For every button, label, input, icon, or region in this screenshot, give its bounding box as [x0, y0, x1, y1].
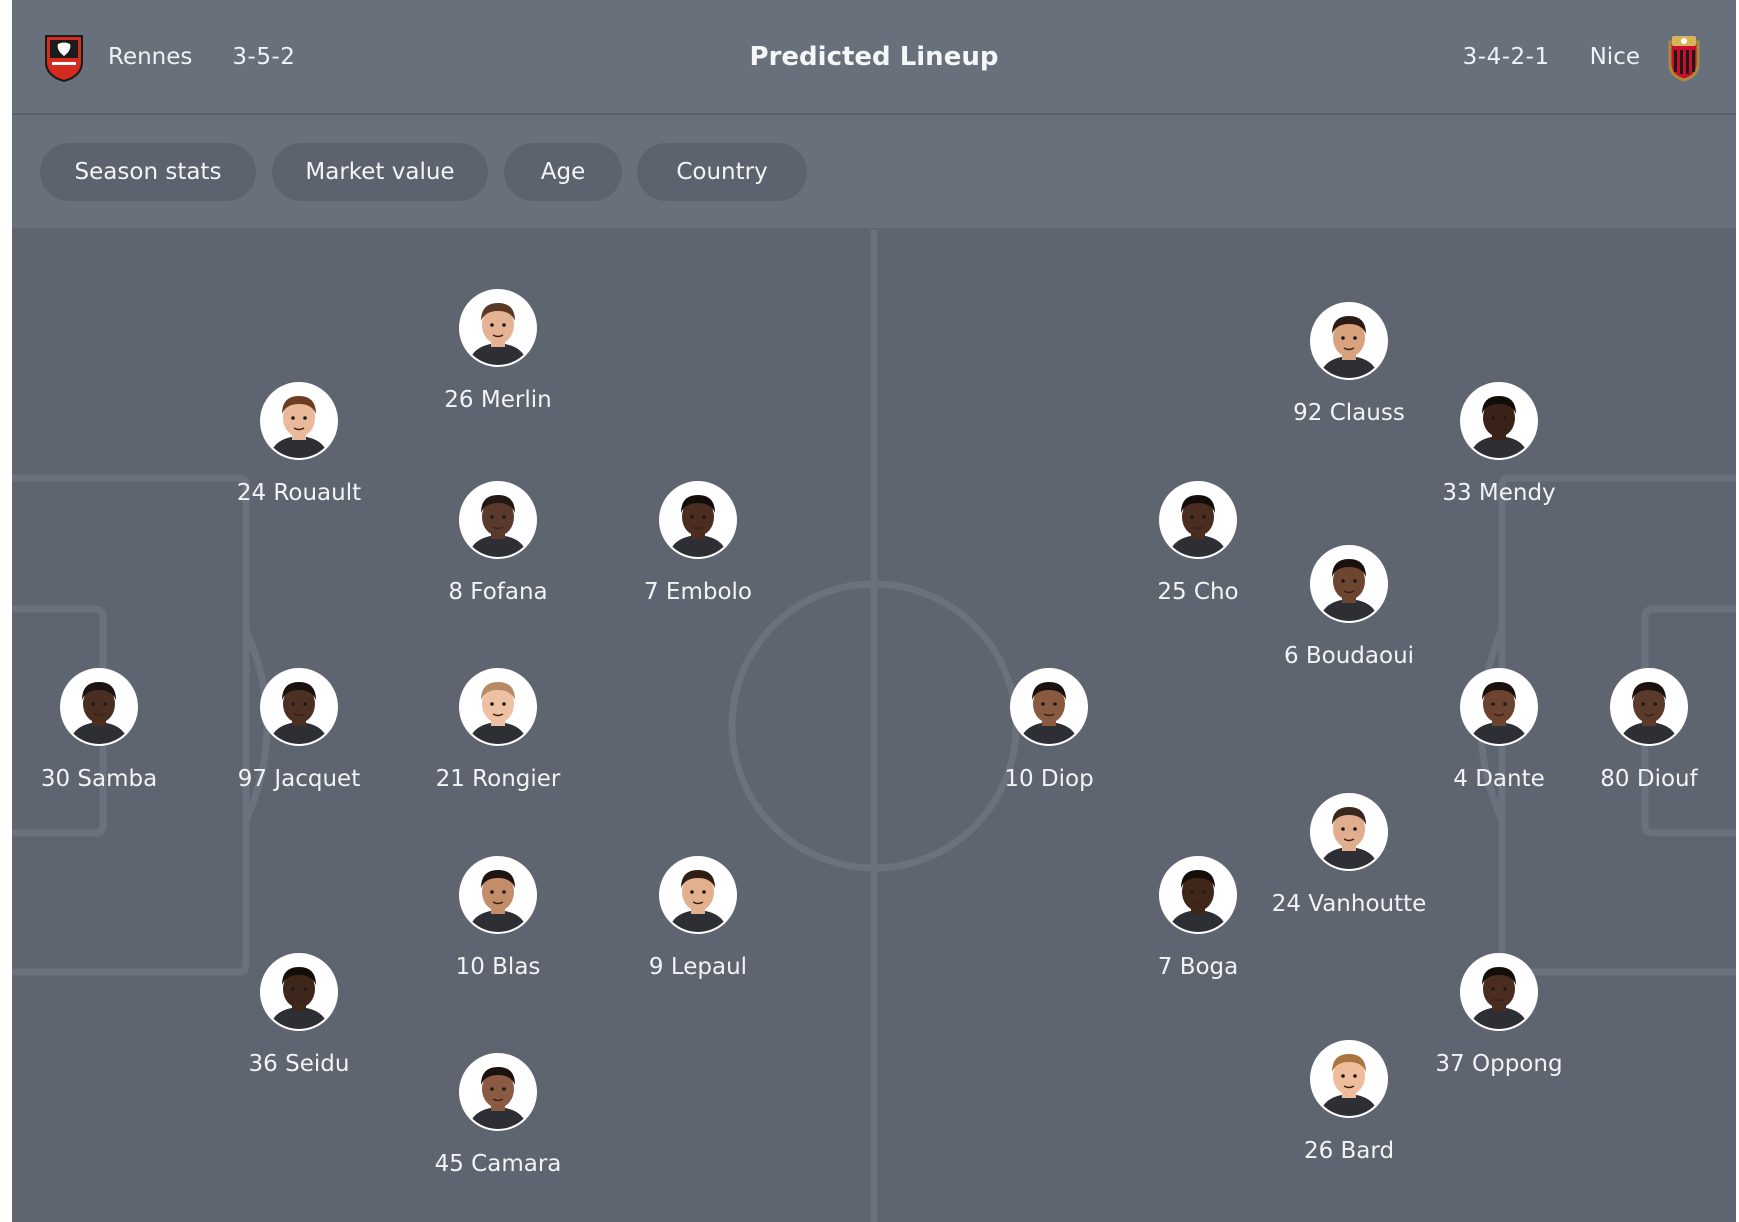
player-label: 26 Bard [1303, 1138, 1395, 1164]
player-away[interactable]: 4 Dante [1399, 668, 1599, 792]
player-home[interactable]: 45 Camara [398, 1053, 598, 1177]
player-label: 92 Clauss [1293, 400, 1405, 426]
player-photo [260, 953, 338, 1031]
football-pitch: 30 Samba 24 Rouault 97 Jacquet 36 Seidu 26 M… [12, 230, 1736, 1222]
player-label: 9 Lepaul [648, 954, 748, 980]
player-label: 10 Diop [1004, 766, 1094, 792]
nice-crest-icon [1662, 32, 1706, 82]
player-photo [1159, 481, 1237, 559]
player-label: 7 Embolo [643, 579, 752, 605]
away-team-name: Nice [1589, 43, 1640, 70]
player-label: 36 Seidu [248, 1051, 350, 1077]
player-home[interactable]: 97 Jacquet [199, 668, 399, 792]
player-away[interactable]: 92 Clauss [1249, 302, 1449, 426]
filter-age[interactable]: Age [504, 143, 622, 201]
player-label: 30 Samba [40, 766, 158, 792]
player-label: 25 Cho [1157, 579, 1239, 605]
player-photo [1310, 793, 1388, 871]
player-photo [459, 481, 537, 559]
player-photo [60, 668, 138, 746]
stat-filter-bar: Season stats Market value Age Country [12, 115, 1736, 228]
player-away[interactable]: 10 Diop [949, 668, 1149, 792]
player-photo [459, 289, 537, 367]
player-away[interactable]: 7 Boga [1098, 856, 1298, 980]
player-home[interactable]: 36 Seidu [199, 953, 399, 1077]
lineup-header: Rennes 3-5-2 Predicted Lineup 3-4-2-1 Ni… [12, 0, 1736, 115]
player-home[interactable]: 10 Blas [398, 856, 598, 980]
player-photo [1159, 856, 1237, 934]
filter-market-value[interactable]: Market value [272, 143, 488, 201]
player-home[interactable]: 26 Merlin [398, 289, 598, 413]
player-home[interactable]: 21 Rongier [398, 668, 598, 792]
player-photo [1610, 668, 1688, 746]
away-formation: 3-4-2-1 [1462, 43, 1550, 70]
lineup-panel: Rennes 3-5-2 Predicted Lineup 3-4-2-1 Ni… [12, 0, 1736, 1222]
player-away[interactable]: 26 Bard [1249, 1040, 1449, 1164]
filter-country[interactable]: Country [637, 143, 807, 201]
player-home[interactable]: 30 Samba [12, 668, 199, 792]
player-photo [260, 382, 338, 460]
player-label: 7 Boga [1157, 954, 1239, 980]
player-label: 45 Camara [434, 1151, 562, 1177]
player-label: 97 Jacquet [237, 766, 361, 792]
player-label: 4 Dante [1453, 766, 1545, 792]
player-label: 10 Blas [455, 954, 541, 980]
player-home[interactable]: 8 Fofana [398, 481, 598, 605]
player-photo [459, 1053, 537, 1131]
player-photo [1310, 302, 1388, 380]
player-home[interactable]: 9 Lepaul [598, 856, 798, 980]
player-home[interactable]: 24 Rouault [199, 382, 399, 506]
player-label: 26 Merlin [444, 387, 552, 413]
player-photo [1460, 382, 1538, 460]
away-team[interactable]: 3-4-2-1 Nice [1463, 0, 1706, 113]
player-label: 6 Boudaoui [1283, 643, 1415, 669]
filter-season-stats[interactable]: Season stats [40, 143, 256, 201]
player-photo [1460, 953, 1538, 1031]
player-home[interactable]: 7 Embolo [598, 481, 798, 605]
player-photo [459, 856, 537, 934]
player-photo [1310, 545, 1388, 623]
player-label: 33 Mendy [1442, 480, 1556, 506]
player-photo [659, 481, 737, 559]
player-photo [1310, 1040, 1388, 1118]
player-photo [459, 668, 537, 746]
player-photo [659, 856, 737, 934]
player-photo [1460, 668, 1538, 746]
player-photo [1010, 668, 1088, 746]
player-photo [260, 668, 338, 746]
player-away[interactable]: 25 Cho [1098, 481, 1298, 605]
player-label: 24 Rouault [236, 480, 362, 506]
player-label: 8 Fofana [448, 579, 548, 605]
player-label: 21 Rongier [435, 766, 561, 792]
